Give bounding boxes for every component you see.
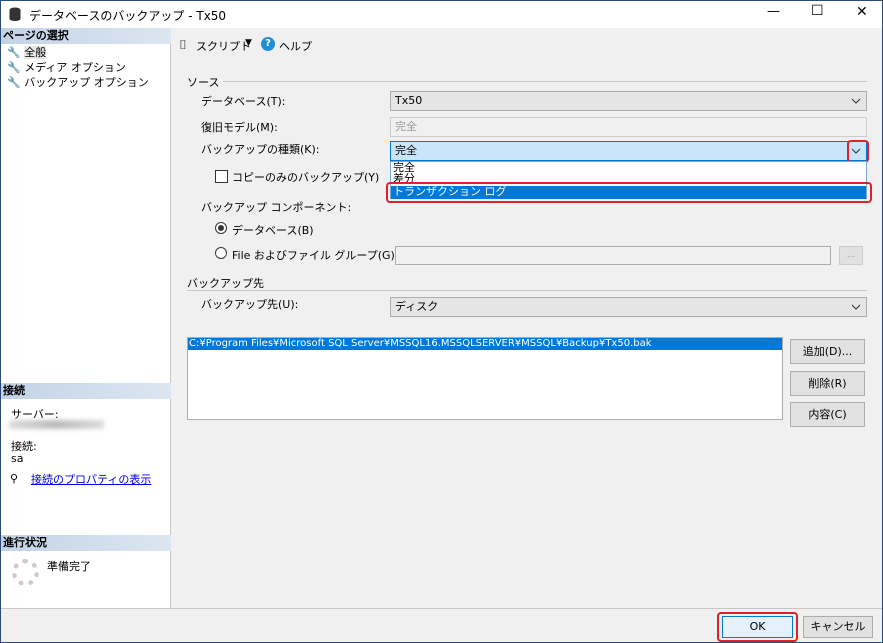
recovery-model-label: 復旧モデル(M): [201, 121, 278, 134]
page-item-backup-options[interactable]: 🔧 バックアップ オプション [7, 75, 149, 90]
destination-section-label: バックアップ先 [187, 277, 264, 290]
close-button[interactable]: ✕ [856, 4, 868, 20]
destination-combo[interactable]: ディスク [390, 297, 867, 317]
connection-value: sa [11, 452, 24, 465]
page-item-media-options[interactable]: 🔧 メディア オプション [7, 60, 149, 75]
page-item-general[interactable]: 🔧 全般 [7, 45, 149, 60]
divider [223, 81, 867, 82]
dropdown-button-highlight [847, 140, 869, 163]
backup-component-label: バックアップ コンポーネント: [201, 201, 352, 214]
divider [187, 290, 867, 291]
backup-dialog: データベースのバックアップ - Tx50 — ☐ ✕ ページの選択 🔧 全般 🔧… [0, 0, 883, 643]
help-button[interactable]: ヘルプ [279, 38, 312, 54]
spinner-icon [12, 559, 39, 586]
radio-file-group-label: File およびファイル グループ(G): [232, 249, 399, 262]
minimize-button[interactable]: — [767, 4, 780, 19]
wrench-icon: 🔧 [7, 61, 21, 74]
script-dropdown-arrow[interactable]: ▼ [245, 38, 252, 48]
help-icon: ? [261, 37, 275, 51]
radio-file-group[interactable] [215, 247, 227, 259]
option-full[interactable]: 完全 [391, 162, 866, 173]
radio-database[interactable] [215, 222, 227, 234]
plug-icon: ⚲ [10, 472, 19, 485]
remove-button[interactable]: 削除(R) [790, 371, 865, 396]
source-section-label: ソース [187, 76, 220, 89]
maximize-button[interactable]: ☐ [811, 3, 824, 19]
radio-database-label: データベース(B) [232, 224, 314, 237]
connection-header: 接続 [1, 383, 171, 399]
page-list: 🔧 全般 🔧 メディア オプション 🔧 バックアップ オプション [7, 45, 149, 90]
database-icon [9, 7, 21, 21]
left-panel: ページの選択 🔧 全般 🔧 メディア オプション 🔧 バックアップ オプション … [1, 28, 171, 608]
destination-list[interactable]: C:¥Program Files¥Microsoft SQL Server¥MS… [187, 337, 783, 420]
transaction-log-highlight [386, 182, 872, 203]
ok-button-highlight [717, 612, 798, 642]
progress-status: 準備完了 [47, 560, 91, 573]
wrench-icon: 🔧 [7, 46, 21, 59]
copy-only-checkbox[interactable] [215, 170, 228, 183]
wrench-icon: 🔧 [7, 76, 21, 89]
browse-button[interactable]: ... [839, 246, 863, 265]
backup-type-combo[interactable]: 完全 [390, 141, 867, 161]
title-bar: データベースのバックアップ - Tx50 — ☐ ✕ [1, 1, 882, 28]
recovery-model-field: 完全 [390, 117, 867, 137]
cancel-button[interactable]: キャンセル [803, 616, 873, 638]
database-label: データベース(T): [201, 95, 286, 108]
chevron-down-icon [851, 98, 861, 104]
progress-header: 進行状況 [1, 535, 171, 551]
connection-properties-link[interactable]: 接続のプロパティの表示 [31, 471, 151, 487]
destination-label: バックアップ先(U): [201, 298, 299, 311]
script-button[interactable]: スクリプト [196, 38, 251, 54]
server-value-blurred [9, 420, 104, 429]
script-icon: ⌷ [179, 38, 187, 53]
contents-button[interactable]: 内容(C) [790, 402, 865, 427]
page-select-header: ページの選択 [1, 28, 171, 44]
backup-type-label: バックアップの種類(K): [201, 143, 320, 156]
add-button[interactable]: 追加(D)... [790, 339, 865, 364]
database-combo[interactable]: Tx50 [390, 91, 867, 111]
file-group-input[interactable] [395, 246, 831, 265]
chevron-down-icon [851, 304, 861, 310]
destination-path-item[interactable]: C:¥Program Files¥Microsoft SQL Server¥MS… [188, 338, 782, 350]
copy-only-label: コピーのみのバックアップ(Y) [232, 171, 380, 184]
footer-divider [1, 608, 882, 609]
window-title: データベースのバックアップ - Tx50 [29, 9, 227, 23]
